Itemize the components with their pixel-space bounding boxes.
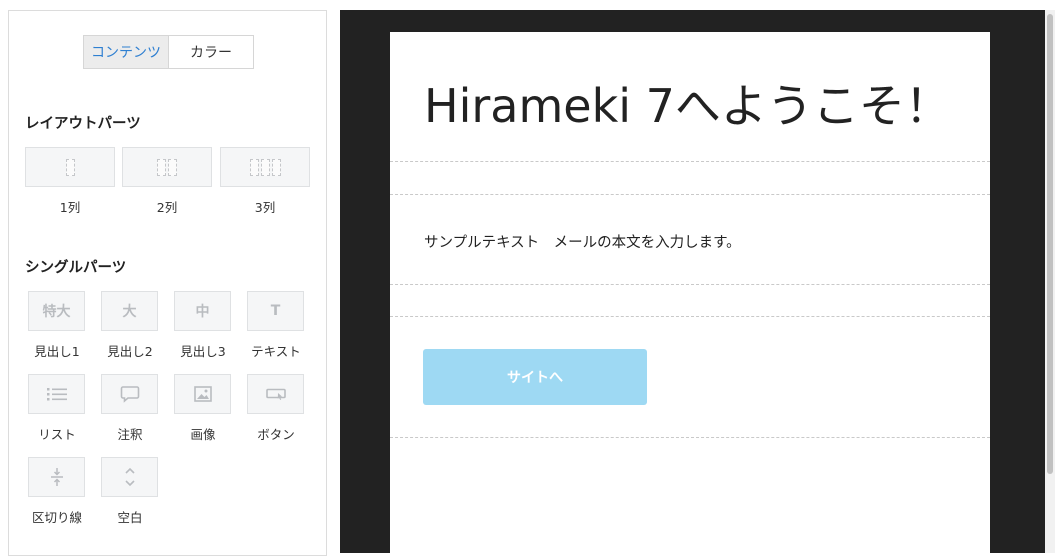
layout-1-column-label: 1列 <box>59 200 81 215</box>
column-placeholder <box>157 158 166 176</box>
heading2-part-tile[interactable]: 大 <box>101 291 158 331</box>
heading3-part-label: 見出し3 <box>180 344 226 359</box>
spacer-part-label: 空白 <box>117 510 143 525</box>
image-part-label: 画像 <box>190 427 216 442</box>
mail-body-text[interactable]: サンプルテキスト メールの本文を入力します。 <box>424 231 741 252</box>
layout-parts-title: レイアウトパーツ <box>25 116 141 132</box>
block-divider <box>390 437 990 438</box>
layout-2-column-label: 2列 <box>156 200 178 215</box>
image-icon <box>193 386 212 402</box>
speech-bubble-icon <box>120 386 139 403</box>
mail-site-button[interactable]: サイトへ <box>423 349 647 405</box>
divider-icon <box>50 468 63 486</box>
tab-contents[interactable]: コンテンツ <box>84 36 169 68</box>
list-part-label: リスト <box>38 427 76 442</box>
heading1-part-tile[interactable]: 特大 <box>28 291 85 331</box>
list-part-tile[interactable] <box>28 374 85 414</box>
column-placeholder <box>271 158 281 176</box>
layout-3-column-label: 3列 <box>254 200 276 215</box>
divider-part-label: 区切り線 <box>31 510 82 525</box>
column-placeholder <box>249 158 259 176</box>
spacer-icon <box>124 467 135 487</box>
layout-1-column-tile[interactable] <box>25 147 115 187</box>
heading-xl-icon: 特大 <box>42 304 71 320</box>
heading-l-icon: 大 <box>122 304 137 320</box>
mail-preview-stage: Hirameki 7へようこそ！ サンプルテキスト メールの本文を入力します。 … <box>340 10 1045 553</box>
heading3-part-tile[interactable]: 中 <box>174 291 231 331</box>
block-divider <box>390 284 990 285</box>
button-part-tile[interactable] <box>247 374 304 414</box>
scrollbar-thumb[interactable] <box>1047 14 1053 474</box>
column-placeholder <box>260 158 270 176</box>
divider-part-tile[interactable] <box>28 457 85 497</box>
block-divider <box>390 316 990 317</box>
layout-3-column-tile[interactable] <box>220 147 310 187</box>
note-part-tile[interactable] <box>101 374 158 414</box>
single-parts-title: シングルパーツ <box>25 260 127 276</box>
heading2-part-label: 見出し2 <box>107 344 153 359</box>
text-part-label: テキスト <box>251 344 301 359</box>
vertical-scrollbar[interactable] <box>1045 10 1055 553</box>
list-icon <box>46 388 67 401</box>
block-divider <box>390 161 990 162</box>
block-divider <box>390 194 990 195</box>
tab-color[interactable]: カラー <box>169 36 253 68</box>
column-placeholder <box>168 158 177 176</box>
image-part-tile[interactable] <box>174 374 231 414</box>
mail-canvas: Hirameki 7へようこそ！ サンプルテキスト メールの本文を入力します。 … <box>390 32 990 553</box>
panel-tab-switch: コンテンツ カラー <box>83 35 254 69</box>
note-part-label: 注釈 <box>117 427 143 442</box>
button-part-label: ボタン <box>257 427 295 442</box>
heading1-part-label: 見出し1 <box>34 344 80 359</box>
spacer-part-tile[interactable] <box>101 457 158 497</box>
text-icon: T <box>270 303 281 319</box>
text-part-tile[interactable]: T <box>247 291 304 331</box>
button-icon <box>265 388 286 400</box>
parts-panel: コンテンツ カラー レイアウトパーツ 1列 2列 3列 シングルパーツ 特大 大… <box>8 10 327 556</box>
heading-m-icon: 中 <box>195 304 210 320</box>
layout-2-column-tile[interactable] <box>122 147 212 187</box>
column-placeholder <box>65 158 75 176</box>
mail-heading[interactable]: Hirameki 7へようこそ！ <box>424 70 951 136</box>
